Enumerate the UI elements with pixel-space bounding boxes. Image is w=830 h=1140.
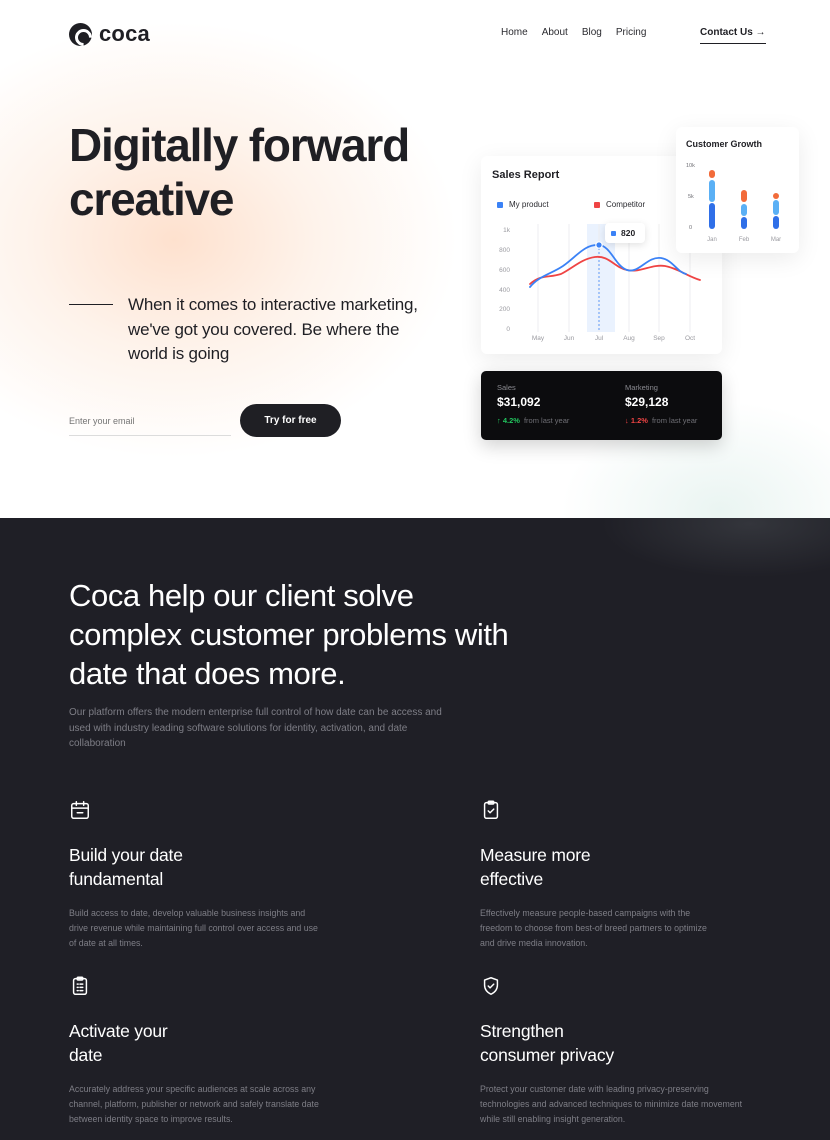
feature-description: Build access to date, develop valuable b… [69,908,318,949]
stat-sales: Sales $31,092 ↑ 4.2% from last year [497,383,569,425]
tooltip-value: 820 [621,228,636,238]
shield-check-icon [483,977,499,995]
stat-value: $31,092 [497,395,541,409]
feature-privacy: Strengthen consumer privacy Protect your… [480,975,760,1128]
x-tick: Aug [623,335,635,342]
hero-glow [0,20,460,460]
bar-jan-segment-orange [709,170,715,178]
x-tick: Jan [707,237,717,243]
bar-feb-segment-orange [741,190,747,202]
feature-measure: Measure more effective Effectively measu… [480,799,760,952]
y-tick: 600 [499,267,510,274]
x-tick: Oct [685,335,695,342]
hero-tagline: When it comes to interactive marketing, … [128,295,418,363]
contact-us-link[interactable]: Contact Us → [700,27,766,44]
customer-growth-chart: 10k 5k 0 Jan Feb Mar [686,163,781,243]
feature-title: Activate your date [69,1021,168,1065]
nav-about[interactable]: About [542,27,568,38]
y-tick: 800 [499,247,510,254]
feature-title: Build your date fundamental [69,845,183,889]
email-input[interactable] [69,406,231,436]
y-tick: 5k [688,194,694,200]
main-nav: Home About Blog Pricing [501,27,660,38]
y-tick: 0 [506,326,510,333]
tooltip-swatch [611,230,616,236]
dark-glow [600,518,830,578]
feature-description: Protect your customer date with leading … [480,1084,743,1125]
clipboard-check-icon [483,800,499,819]
stat-change: ↑ 4.2% from last year [497,416,569,425]
features-section: Coca help our client solve complex custo… [0,518,830,1140]
feature-title: Measure more effective [480,845,591,889]
try-for-free-button[interactable]: Try for free [240,404,341,437]
hero-section: coca Home About Blog Pricing Contact Us … [0,0,830,518]
brand-name: coca [99,21,150,46]
y-tick: 1k [503,227,511,234]
change-note: from last year [523,416,570,425]
stat-change: ↓ 1.2% from last year [625,416,697,425]
tagline-divider [69,304,113,305]
stat-value: $29,128 [625,395,669,409]
bar-feb-segment-lightblue [741,204,747,216]
change-up: ↑ 4.2% [497,416,520,425]
calendar-icon [71,801,89,819]
bar-jan-segment-lightblue [709,180,715,202]
bar-mar-segment-blue [773,216,779,229]
stat-marketing: Marketing $29,128 ↓ 1.2% from last year [625,383,697,425]
logo-icon [69,22,92,46]
nav-pricing[interactable]: Pricing [616,27,647,38]
nav-home[interactable]: Home [501,27,528,38]
change-down: ↓ 1.2% [625,416,648,425]
y-tick: 200 [499,306,510,313]
customer-growth-card: Customer Growth 10k 5k 0 Jan Feb Mar [676,127,799,253]
y-tick: 10k [686,163,695,169]
bar-feb-segment-blue [741,217,747,229]
feature-description: Effectively measure people-based campaig… [480,908,707,949]
feature-title: Strengthen consumer privacy [480,1021,614,1065]
bar-mar-segment-lightblue [773,200,779,215]
x-tick: Feb [739,237,750,243]
nav-blog[interactable]: Blog [582,27,602,38]
section-title: Coca help our client solve complex custo… [69,578,509,691]
highlight-point[interactable] [595,241,603,249]
brand-logo[interactable]: coca [69,21,150,47]
change-note: from last year [651,416,698,425]
feature-activate: Activate your date Accurately address yo… [69,975,339,1128]
x-tick: Jun [564,335,575,342]
y-tick: 0 [689,225,692,231]
chart-tooltip: 820 [605,223,645,243]
x-tick: Mar [771,237,781,243]
bar-jan-segment-blue [709,203,715,229]
hero-title: Digitally forward creative [69,119,410,225]
x-tick: Jul [595,335,604,342]
stat-label: Marketing [625,383,658,392]
feature-build: Build your date fundamental Build access… [69,799,329,952]
stat-label: Sales [497,383,516,392]
x-tick: May [532,335,545,342]
x-tick: Sep [653,335,665,342]
feature-description: Accurately address your specific audienc… [69,1084,319,1125]
y-tick: 400 [499,287,510,294]
bar-mar-segment-orange [773,193,779,199]
stats-card: Sales $31,092 ↑ 4.2% from last year Marke… [481,371,722,440]
clipboard-list-icon [72,976,88,995]
section-description: Our platform offers the modern enterpris… [69,707,442,749]
